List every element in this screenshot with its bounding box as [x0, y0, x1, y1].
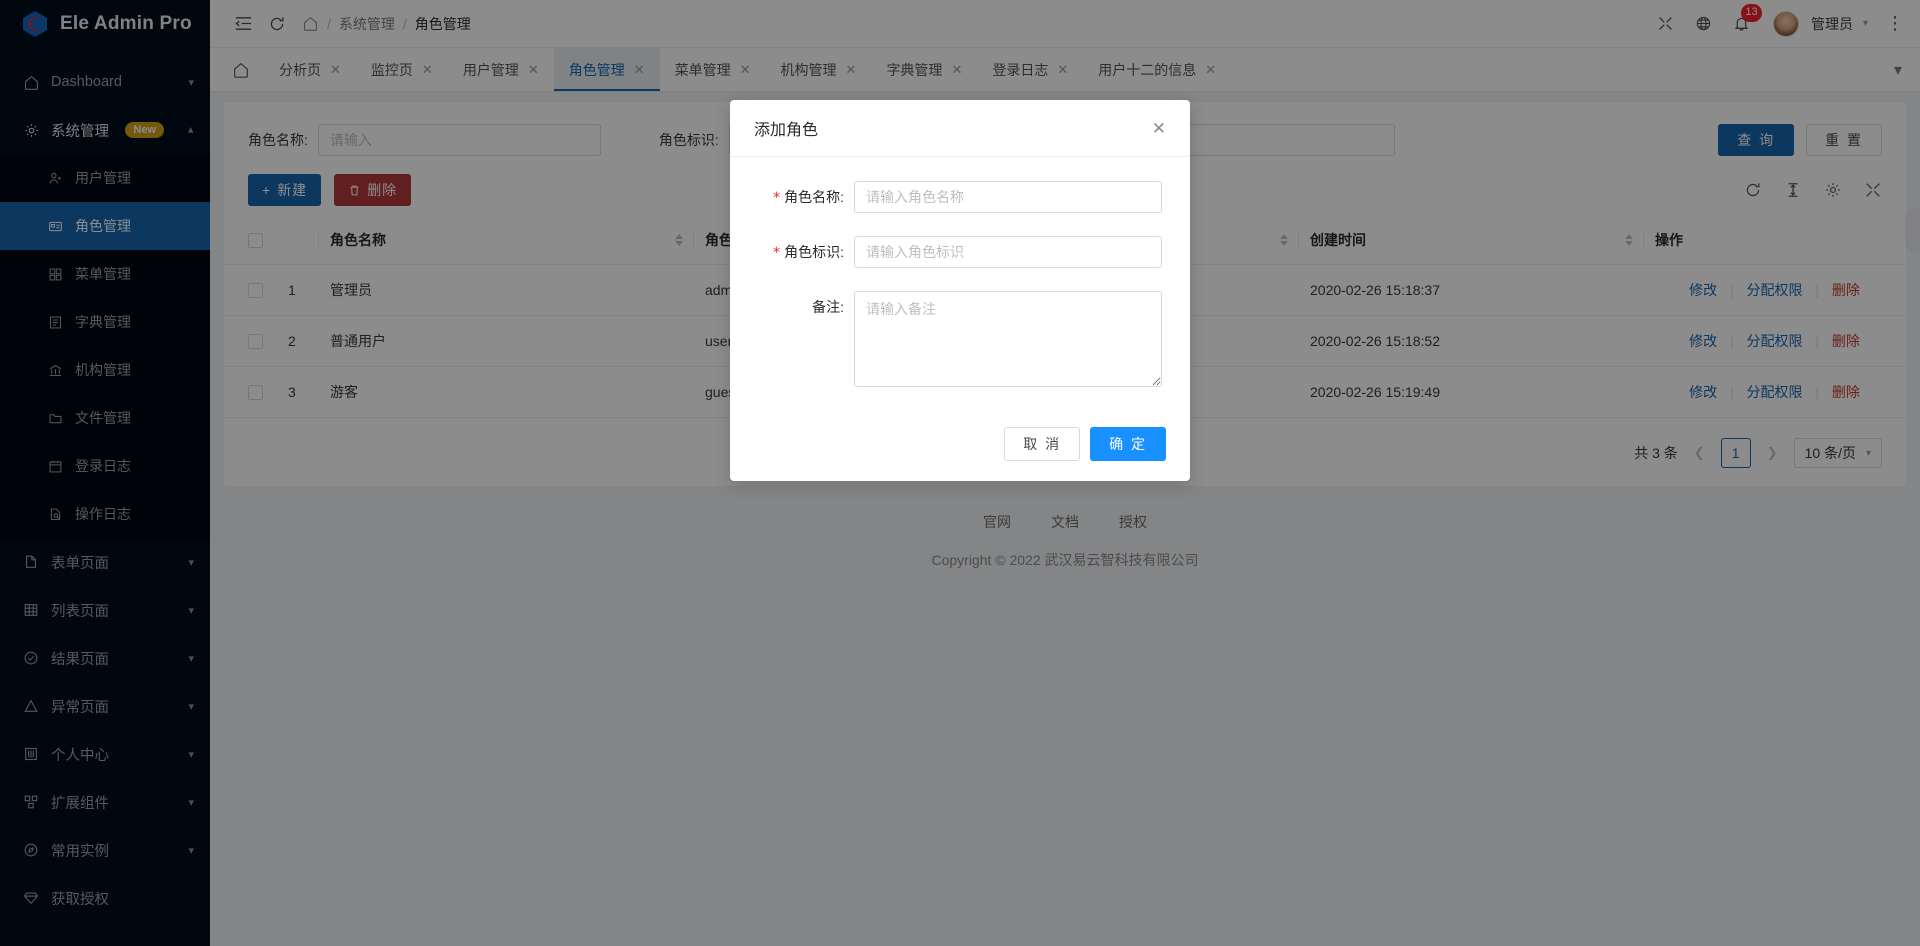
- close-icon[interactable]: ✕: [1152, 120, 1166, 137]
- label-text: 备注:: [812, 299, 844, 315]
- app-root: Ele Admin Pro Dashboard ▾: [0, 0, 1920, 946]
- form-label-role-name: *角色名称:: [746, 181, 854, 214]
- confirm-button[interactable]: 确 定: [1090, 427, 1166, 461]
- form-control: [854, 236, 1162, 268]
- form-control: [854, 181, 1162, 213]
- required-marker: *: [773, 245, 780, 261]
- form-control: [854, 291, 1162, 387]
- remark-textarea[interactable]: [854, 291, 1162, 387]
- role-code-input[interactable]: [854, 236, 1162, 268]
- label-text: 角色标识:: [784, 244, 844, 260]
- form-label-role-code: *角色标识:: [746, 236, 854, 269]
- add-role-dialog: 添加角色 ✕ *角色名称: *角色标识:: [730, 100, 1190, 481]
- dialog-header: 添加角色 ✕: [730, 100, 1190, 157]
- dialog-title: 添加角色: [754, 116, 818, 140]
- cancel-button[interactable]: 取 消: [1004, 427, 1080, 461]
- dialog-body: *角色名称: *角色标识: 备注:: [730, 157, 1190, 415]
- role-name-input[interactable]: [854, 181, 1162, 213]
- form-label-remark: 备注:: [746, 291, 854, 323]
- form-row-role-name: *角色名称:: [746, 181, 1162, 214]
- label-text: 角色名称:: [784, 189, 844, 205]
- form-row-role-code: *角色标识:: [746, 236, 1162, 269]
- dialog-footer: 取 消 确 定: [730, 415, 1190, 481]
- required-marker: *: [773, 190, 780, 206]
- form-row-remark: 备注:: [746, 291, 1162, 387]
